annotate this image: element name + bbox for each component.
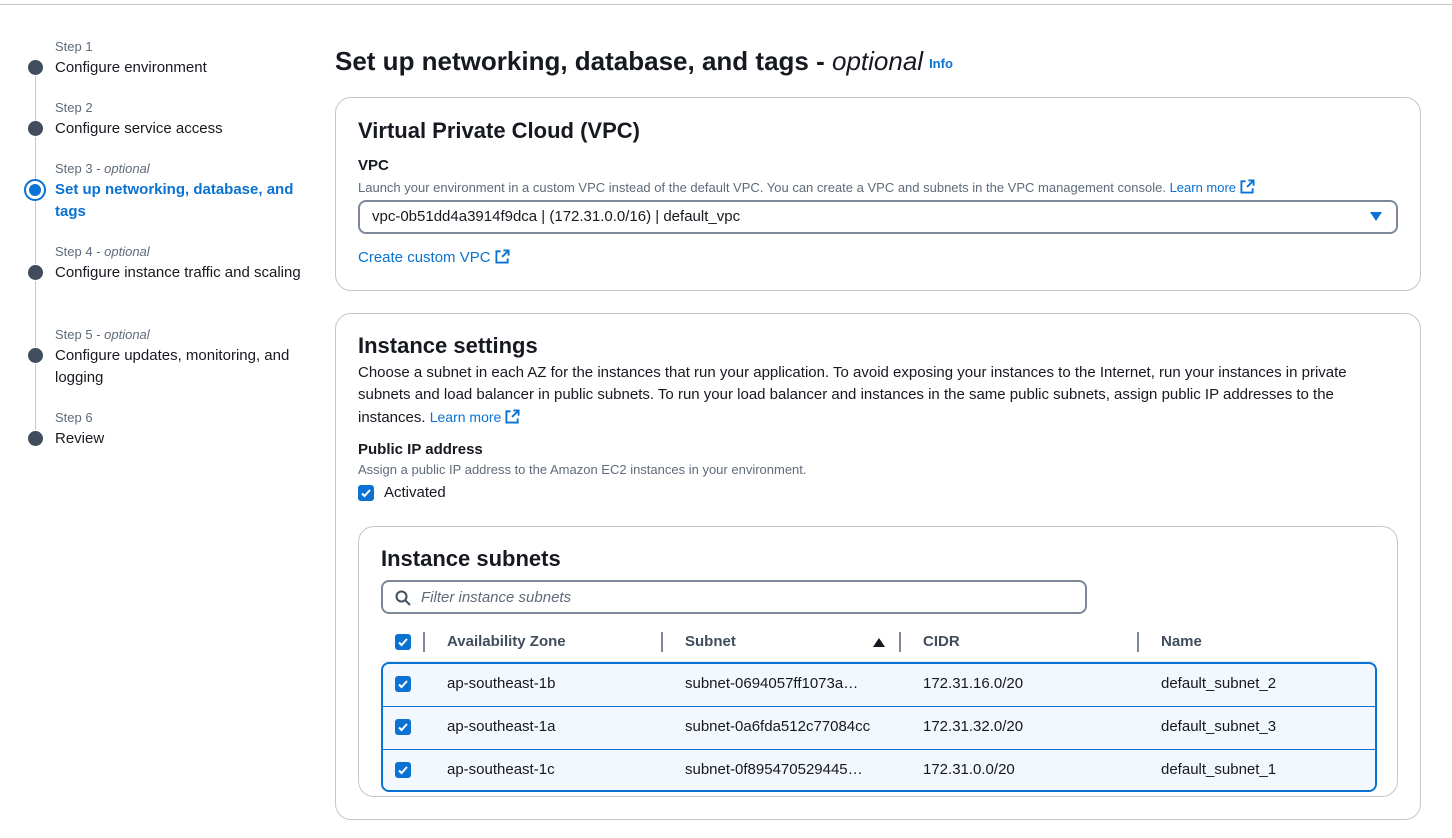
current-step-indicator-icon [24, 179, 46, 201]
step-indicator-icon [28, 348, 43, 363]
cell-availability-zone: ap-southeast-1b [447, 675, 556, 692]
column-header-cidr[interactable]: CIDR [923, 633, 960, 650]
checkmark-icon [398, 638, 408, 647]
page-title: Set up networking, database, and tags - … [335, 46, 953, 76]
step-title: Review [55, 430, 105, 447]
cell-name: default_subnet_2 [1161, 675, 1277, 692]
step-number: Step 1 [55, 39, 93, 54]
row-checkbox[interactable] [395, 719, 411, 735]
instance-settings-title: Instance settings [358, 333, 538, 358]
public-ip-description: Assign a public IP address to the Amazon… [358, 462, 807, 477]
step-connector [35, 281, 36, 347]
cell-subnet: subnet-0a6fda512c77084cc [685, 718, 871, 735]
vpc-learn-more-link[interactable]: Learn more [1170, 179, 1255, 195]
step-number: Step 5 - optional [55, 327, 150, 342]
step-title: Configure service access [55, 120, 223, 137]
table-row[interactable]: ap-southeast-1a subnet-0a6fda512c77084cc… [383, 706, 1375, 748]
step-number: Step 6 [55, 410, 93, 425]
step-indicator-icon [28, 431, 43, 446]
step-connector [35, 137, 36, 182]
row-checkbox[interactable] [395, 676, 411, 692]
instance-subnets-title: Instance subnets [381, 546, 561, 571]
cell-availability-zone: ap-southeast-1a [447, 718, 556, 735]
table-row[interactable]: ap-southeast-1c subnet-0f895470529445… 1… [383, 749, 1375, 790]
step-title: Set up networking, database, and tags [55, 181, 294, 220]
external-link-icon [1240, 179, 1255, 194]
subnet-filter-input[interactable] [421, 586, 1061, 608]
instance-settings-description: Choose a subnet in each AZ for the insta… [358, 364, 1347, 426]
column-header-availability-zone[interactable]: Availability Zone [447, 633, 566, 650]
checkmark-icon [398, 766, 408, 775]
instance-settings-learn-more-link[interactable]: Learn more [430, 409, 521, 425]
select-all-checkbox[interactable] [395, 634, 411, 650]
checkmark-icon [398, 723, 408, 732]
vpc-select-value: vpc-0b51dd4a3914f9dca | (172.31.0.0/16) … [372, 208, 741, 225]
public-ip-checkbox[interactable] [358, 485, 374, 501]
cell-cidr: 172.31.32.0/20 [923, 718, 1024, 735]
row-checkbox[interactable] [395, 762, 411, 778]
column-header-name[interactable]: Name [1161, 633, 1202, 650]
subnets-table-body: ap-southeast-1b subnet-0694057ff1073a… 1… [381, 662, 1377, 792]
step-connector [35, 76, 36, 121]
step-connector [35, 364, 36, 430]
column-divider[interactable] [1137, 632, 1139, 652]
info-link[interactable]: Info [929, 56, 953, 71]
cell-cidr: 172.31.16.0/20 [923, 675, 1024, 692]
checkmark-icon [361, 489, 371, 498]
step-indicator-icon [28, 121, 43, 136]
checkmark-icon [398, 680, 408, 689]
step-connector [35, 200, 36, 264]
step-title: Configure updates, monitoring, and loggi… [55, 347, 290, 386]
vpc-select[interactable]: vpc-0b51dd4a3914f9dca | (172.31.0.0/16) … [358, 200, 1398, 234]
external-link-icon [495, 249, 510, 264]
vpc-label: VPC [358, 157, 389, 174]
create-custom-vpc-link[interactable]: Create custom VPC [358, 249, 510, 266]
external-link-icon [505, 409, 520, 424]
column-divider[interactable] [661, 632, 663, 652]
cell-subnet: subnet-0694057ff1073a… [685, 675, 859, 692]
step-number: Step 3 - optional [55, 161, 150, 176]
column-header-subnet[interactable]: Subnet [685, 633, 736, 650]
table-row[interactable]: ap-southeast-1b subnet-0694057ff1073a… 1… [383, 664, 1375, 706]
public-ip-checkbox-label: Activated [384, 484, 446, 501]
step-title: Configure environment [55, 59, 207, 76]
step-number: Step 2 [55, 100, 93, 115]
column-divider [423, 632, 425, 652]
sort-ascending-icon[interactable] [873, 638, 885, 647]
step-number: Step 4 - optional [55, 244, 150, 259]
vpc-description: Launch your environment in a custom VPC … [358, 179, 1255, 195]
cell-availability-zone: ap-southeast-1c [447, 761, 555, 778]
column-divider[interactable] [899, 632, 901, 652]
vpc-section-title: Virtual Private Cloud (VPC) [358, 118, 640, 143]
instance-settings-container: Instance settings Choose a subnet in eac… [335, 313, 1421, 820]
cell-name: default_subnet_3 [1161, 718, 1277, 735]
caret-down-icon [1370, 212, 1382, 221]
subnet-filter[interactable] [381, 580, 1087, 614]
cell-name: default_subnet_1 [1161, 761, 1277, 778]
public-ip-label: Public IP address [358, 441, 483, 458]
wizard-steps: Step 1 Configure environment Step 2 Conf… [0, 0, 320, 838]
instance-subnets-container: Instance subnets Availability Zone Subne… [358, 526, 1398, 797]
cell-subnet: subnet-0f895470529445… [685, 761, 863, 778]
step-indicator-icon [28, 265, 43, 280]
search-icon [395, 590, 411, 606]
step-title: Configure instance traffic and scaling [55, 264, 301, 281]
vpc-container: Virtual Private Cloud (VPC) VPC Launch y… [335, 97, 1421, 291]
cell-cidr: 172.31.0.0/20 [923, 761, 1015, 778]
step-indicator-icon [28, 60, 43, 75]
